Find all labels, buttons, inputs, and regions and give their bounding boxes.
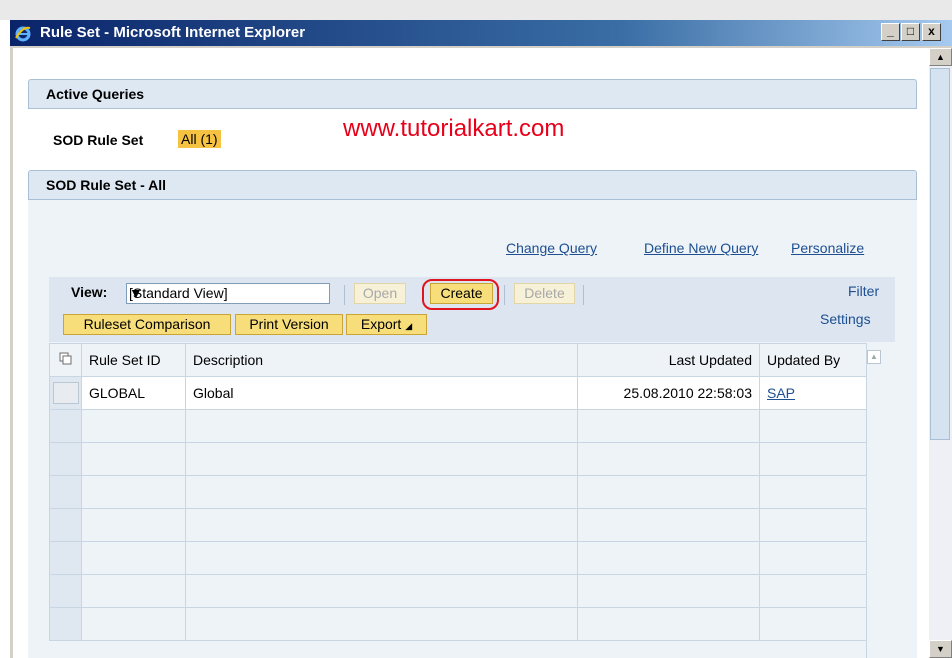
cell-last-updated: 25.08.2010 22:58:03 <box>577 376 760 410</box>
open-button[interactable]: Open <box>354 283 406 304</box>
empty-row <box>49 442 867 476</box>
active-queries-header: Active Queries <box>28 79 917 109</box>
select-all-icon[interactable] <box>49 343 82 377</box>
toolbar-separator <box>583 285 584 305</box>
define-new-query-link[interactable]: Define New Query <box>644 240 758 256</box>
desktop-background <box>0 0 952 20</box>
scroll-up-icon[interactable]: ▲ <box>867 350 881 364</box>
watermark-text: www.tutorialkart.com <box>343 115 565 142</box>
window-title: Rule Set - Microsoft Internet Explorer <box>40 24 306 41</box>
cell-description: Global <box>185 376 578 410</box>
empty-row <box>49 574 867 608</box>
create-highlight-ring <box>422 279 499 310</box>
export-label: Export <box>360 316 402 332</box>
cell-updated-by: SAP <box>759 376 867 410</box>
scroll-down-arrow-icon[interactable]: ▼ <box>929 640 952 658</box>
maximize-button[interactable]: □ <box>901 23 920 41</box>
settings-link[interactable]: Settings <box>820 311 871 327</box>
window-scrollbar[interactable]: ▲ ▼ <box>929 48 952 658</box>
scroll-up-arrow-icon[interactable]: ▲ <box>929 48 952 66</box>
table-row[interactable]: GLOBAL Global 25.08.2010 22:58:03 SAP <box>49 376 867 410</box>
scroll-thumb[interactable] <box>930 68 950 440</box>
table-header-row: Rule Set ID Description Last Updated Upd… <box>49 343 867 377</box>
ruleset-comparison-button[interactable]: Ruleset Comparison <box>63 314 231 335</box>
empty-row <box>49 508 867 542</box>
title-bar[interactable]: Rule Set - Microsoft Internet Explorer _… <box>10 20 952 46</box>
sod-rule-set-label: SOD Rule Set <box>53 132 144 148</box>
empty-row <box>49 475 867 509</box>
filter-link[interactable]: Filter <box>848 283 879 299</box>
minimize-button[interactable]: _ <box>881 23 900 41</box>
sod-rule-set-all-title: SOD Rule Set - All <box>46 177 167 193</box>
cell-rule-set-id: GLOBAL <box>81 376 186 410</box>
view-select[interactable]: [Standard View] ▼ <box>126 283 330 304</box>
personalize-link[interactable]: Personalize <box>791 240 864 256</box>
toolbar-separator <box>344 285 345 305</box>
triangle-up-icon: ◢ <box>405 321 413 331</box>
print-version-button[interactable]: Print Version <box>235 314 343 335</box>
active-queries-title: Active Queries <box>46 86 145 102</box>
page-content: Active Queries SOD Rule Set All (1) www.… <box>13 48 929 658</box>
browser-window: Rule Set - Microsoft Internet Explorer _… <box>10 20 952 658</box>
internet-explorer-icon <box>15 26 31 42</box>
toolbar-separator <box>504 285 505 305</box>
column-header-updated-by[interactable]: Updated By <box>759 343 867 377</box>
column-header-description[interactable]: Description <box>185 343 578 377</box>
all-query-link[interactable]: All (1) <box>178 130 221 148</box>
change-query-link[interactable]: Change Query <box>506 240 597 256</box>
empty-row <box>49 409 867 443</box>
sod-rule-set-all-header: SOD Rule Set - All <box>28 170 917 200</box>
close-button[interactable]: x <box>922 23 941 41</box>
empty-row <box>49 607 867 641</box>
chevron-down-icon: ▼ <box>129 285 143 301</box>
export-button[interactable]: Export ◢ <box>346 314 427 335</box>
updated-by-link[interactable]: SAP <box>767 385 795 401</box>
table-scrollbar[interactable]: ▲ <box>866 343 883 658</box>
column-header-rule-set-id[interactable]: Rule Set ID <box>81 343 186 377</box>
view-label: View: <box>71 284 108 300</box>
empty-row <box>49 541 867 575</box>
delete-button[interactable]: Delete <box>514 283 575 304</box>
active-queries-row: SOD Rule Set All (1) www.tutorialkart.co… <box>28 110 917 170</box>
column-header-last-updated[interactable]: Last Updated <box>577 343 760 377</box>
row-selector[interactable] <box>49 376 82 410</box>
rule-set-table: Rule Set ID Description Last Updated Upd… <box>49 343 867 641</box>
table-toolbar: View: [Standard View] ▼ Open Create Dele… <box>49 277 895 342</box>
